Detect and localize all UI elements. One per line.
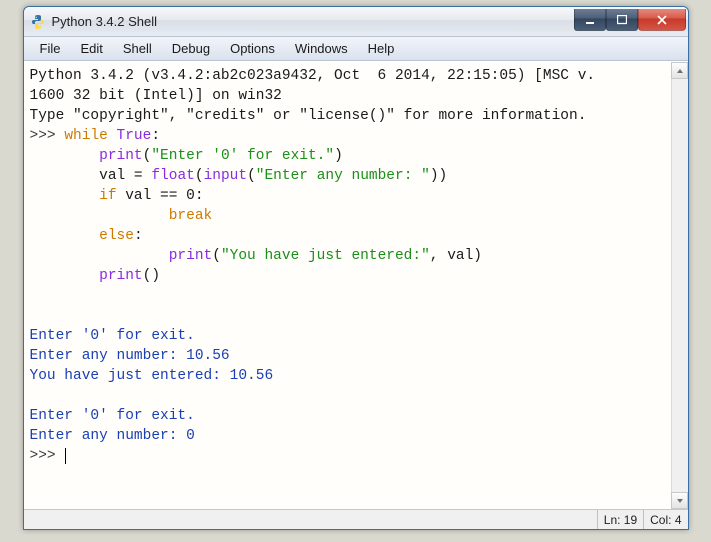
- out-exit-2: Enter '0' for exit.: [30, 408, 195, 424]
- close-button[interactable]: [638, 9, 686, 31]
- menu-shell[interactable]: Shell: [113, 39, 162, 58]
- kw-if: if: [99, 188, 116, 204]
- true-literal: True: [117, 128, 152, 144]
- colon: :: [151, 128, 160, 144]
- status-col: Col: 4: [643, 510, 687, 529]
- menu-file[interactable]: File: [30, 39, 71, 58]
- status-line: Ln: 19: [597, 510, 643, 529]
- val-ref: , val): [430, 248, 482, 264]
- out-entered-1: You have just entered: 10.56: [30, 368, 274, 384]
- python-icon: [30, 14, 46, 30]
- fn-input: input: [204, 168, 248, 184]
- out-enter-1: Enter any number: 10.56: [30, 348, 230, 364]
- scroll-up-button[interactable]: [671, 62, 688, 79]
- kw-while: while: [64, 128, 108, 144]
- cond: val == 0:: [117, 188, 204, 204]
- fn-float: float: [151, 168, 195, 184]
- banner-line-3: Type "copyright", "credits" or "license(…: [30, 108, 587, 124]
- banner-line-1: Python 3.4.2 (v3.4.2:ab2c023a9432, Oct 6…: [30, 68, 596, 84]
- text-cursor: [65, 448, 66, 464]
- menu-edit[interactable]: Edit: [70, 39, 112, 58]
- statusbar: Ln: 19 Col: 4: [24, 509, 688, 529]
- titlebar[interactable]: Python 3.4.2 Shell: [24, 7, 688, 37]
- fn-print-2: print: [169, 248, 213, 264]
- fn-print: print: [99, 148, 143, 164]
- menu-help[interactable]: Help: [358, 39, 405, 58]
- prompt-2: >>>: [30, 448, 56, 464]
- window-controls: [574, 9, 688, 31]
- shell-editor[interactable]: Python 3.4.2 (v3.4.2:ab2c023a9432, Oct 6…: [24, 62, 671, 509]
- kw-else: else: [99, 228, 134, 244]
- str-exit: "Enter '0' for exit.": [151, 148, 334, 164]
- out-enter-2: Enter any number: 0: [30, 428, 195, 444]
- out-exit-1: Enter '0' for exit.: [30, 328, 195, 344]
- banner-line-2: 1600 32 bit (Intel)] on win32: [30, 88, 282, 104]
- minimize-button[interactable]: [574, 9, 606, 31]
- menu-options[interactable]: Options: [220, 39, 285, 58]
- maximize-button[interactable]: [606, 9, 638, 31]
- window-title: Python 3.4.2 Shell: [52, 14, 574, 29]
- colon-2: :: [134, 228, 143, 244]
- content-area: Python 3.4.2 (v3.4.2:ab2c023a9432, Oct 6…: [24, 61, 688, 509]
- prompt: >>>: [30, 128, 56, 144]
- menu-debug[interactable]: Debug: [162, 39, 220, 58]
- str-enter: "Enter any number: ": [256, 168, 430, 184]
- vertical-scrollbar[interactable]: [671, 62, 688, 509]
- fn-print-3: print: [99, 268, 143, 284]
- assign: val =: [99, 168, 151, 184]
- menu-windows[interactable]: Windows: [285, 39, 358, 58]
- menubar: File Edit Shell Debug Options Windows He…: [24, 37, 688, 61]
- shell-window: Python 3.4.2 Shell File Edit Shell Debug…: [23, 6, 689, 530]
- str-entered: "You have just entered:": [221, 248, 430, 264]
- kw-break: break: [169, 208, 213, 224]
- paren-empty: (): [143, 268, 160, 284]
- scroll-down-button[interactable]: [671, 492, 688, 509]
